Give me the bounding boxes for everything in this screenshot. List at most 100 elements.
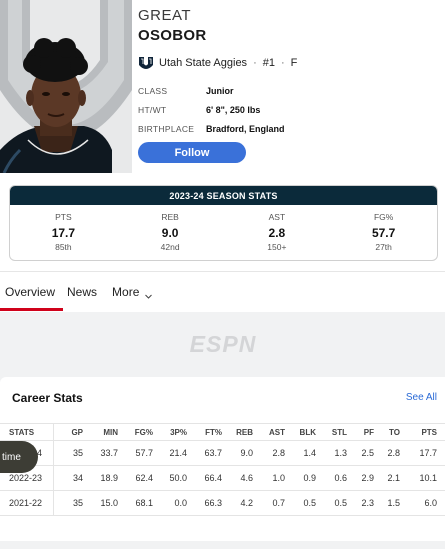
table-cell: 0.6 <box>334 473 347 483</box>
table-cell: 68.1 <box>135 498 153 508</box>
bio-row-class: CLASS Junior <box>138 81 438 100</box>
column-header: FG% <box>134 427 153 437</box>
bio-row-birthplace: BIRTHPLACE Bradford, England <box>138 119 438 138</box>
column-header: PTS <box>421 427 437 437</box>
stat-rank: 42nd <box>160 242 180 252</box>
player-first-name: GREAT <box>138 7 192 24</box>
season-stats-row: PTS 17.7 85th REB 9.0 42nd AST 2.8 150+ … <box>10 205 437 260</box>
column-header: AST <box>269 427 285 437</box>
see-all-link[interactable]: See All <box>406 392 437 403</box>
stat-label: AST <box>268 212 286 222</box>
table-row: 2023-24 35 33.7 57.7 21.4 63.7 9.0 2.8 1… <box>0 441 445 466</box>
column-divider <box>53 491 54 515</box>
table-cell: 21.4 <box>169 448 187 458</box>
stat-label: FG% <box>373 212 394 222</box>
table-cell: 1.3 <box>334 448 347 458</box>
table-cell: 9.0 <box>240 448 253 458</box>
table-row: 2021-22 35 15.0 68.1 0.0 66.3 4.2 0.7 0.… <box>0 491 445 516</box>
table-cell: 4.2 <box>240 498 253 508</box>
active-tab-indicator <box>0 308 63 311</box>
table-cell: 33.7 <box>100 448 118 458</box>
column-header: PF <box>363 427 374 437</box>
table-cell: 18.9 <box>100 473 118 483</box>
svg-text:ESPN: ESPN <box>190 333 257 355</box>
table-cell: 35 <box>72 498 83 508</box>
table-cell: 15.0 <box>100 498 118 508</box>
stat-rank: 27th <box>375 242 392 252</box>
table-cell: 17.7 <box>419 448 437 458</box>
column-header: STL <box>331 427 347 437</box>
time-overlay-pill[interactable]: time <box>0 441 38 473</box>
espn-logo: ESPN <box>178 331 268 357</box>
table-cell: 0.7 <box>272 498 285 508</box>
chevron-down-icon <box>145 289 153 299</box>
column-header: FT% <box>205 427 222 437</box>
player-position: F <box>290 57 298 69</box>
table-cell: 2.3 <box>361 498 374 508</box>
table-cell: 1.5 <box>387 498 400 508</box>
table-cell: 57.7 <box>135 448 153 458</box>
stat-rank: 150+ <box>267 242 287 252</box>
column-header: GP <box>71 427 83 437</box>
stat-label: REB <box>161 212 179 222</box>
bio-value: 6' 8", 250 lbs <box>206 104 261 115</box>
career-stats-card: Career Stats See All STATS GP MIN FG% 3P… <box>0 377 445 541</box>
table-cell: 62.4 <box>135 473 153 483</box>
team-name-link[interactable]: Utah State Aggies <box>159 57 247 69</box>
table-cell: 0.9 <box>303 473 316 483</box>
table-header-row: STATS GP MIN FG% 3P% FT% REB AST BLK STL… <box>0 423 445 441</box>
utah-state-logo-icon[interactable] <box>138 55 154 71</box>
table-cell: 1.0 <box>272 473 285 483</box>
season-stats-card: 2023-24 SEASON STATS PTS 17.7 85th REB 9… <box>9 185 438 261</box>
stat-value: 57.7 <box>371 226 396 240</box>
table-row: 2022-23 34 18.9 62.4 50.0 66.4 4.6 1.0 0… <box>0 466 445 491</box>
table-cell: 0.5 <box>303 498 316 508</box>
table-cell: 66.4 <box>204 473 222 483</box>
separator-dot: · <box>280 57 285 69</box>
career-stats-title: Career Stats <box>12 391 83 405</box>
column-divider <box>53 441 54 465</box>
table-cell: 0.5 <box>334 498 347 508</box>
table-cell: 2.9 <box>361 473 374 483</box>
jersey-number: #1 <box>262 57 275 69</box>
table-cell: 63.7 <box>204 448 222 458</box>
team-line: Utah State Aggies · #1 · F <box>138 55 297 71</box>
stat-value: 17.7 <box>51 226 76 240</box>
bio-value: Junior <box>206 85 234 96</box>
bio-key: HT/WT <box>138 104 167 115</box>
player-headshot <box>0 0 132 173</box>
tab-news[interactable]: News <box>67 272 97 313</box>
player-name: GREAT OSOBOR <box>138 8 438 44</box>
column-header: TO <box>389 427 400 437</box>
column-header: MIN <box>103 427 118 437</box>
season-stats-title: 2023-24 SEASON STATS <box>10 186 437 205</box>
bio-key: CLASS <box>138 85 168 96</box>
bio-value: Bradford, England <box>206 123 285 134</box>
tab-more[interactable]: More <box>112 272 153 313</box>
bio-key: BIRTHPLACE <box>138 123 195 134</box>
table-cell: 66.3 <box>204 498 222 508</box>
tab-overview[interactable]: Overview <box>5 272 55 313</box>
season-cell: 2021-22 <box>9 498 43 508</box>
table-cell: 50.0 <box>169 473 187 483</box>
follow-button[interactable]: Follow <box>138 142 246 163</box>
table-cell: 1.4 <box>303 448 316 458</box>
separator-dot: · <box>253 57 257 69</box>
table-cell: 35 <box>72 448 83 458</box>
column-header: BLK <box>299 427 316 437</box>
table-cell: 4.6 <box>240 473 253 483</box>
stat-label: PTS <box>55 212 72 222</box>
season-stat-pts: PTS 17.7 85th <box>10 205 117 260</box>
bio-row-height-weight: HT/WT 6' 8", 250 lbs <box>138 100 438 119</box>
column-header: REB <box>236 427 253 437</box>
stat-value: 9.0 <box>161 226 179 240</box>
season-stat-ast: AST 2.8 150+ <box>224 205 331 260</box>
player-bio: CLASS Junior HT/WT 6' 8", 250 lbs BIRTHP… <box>138 81 438 138</box>
table-cell: 2.8 <box>272 448 285 458</box>
column-divider <box>53 424 54 440</box>
career-stats-table: STATS GP MIN FG% 3P% FT% REB AST BLK STL… <box>0 423 445 516</box>
table-cell: 2.8 <box>387 448 400 458</box>
table-cell: 2.1 <box>387 473 400 483</box>
column-header: 3P% <box>170 427 187 437</box>
tab-more-label: More <box>112 285 140 299</box>
